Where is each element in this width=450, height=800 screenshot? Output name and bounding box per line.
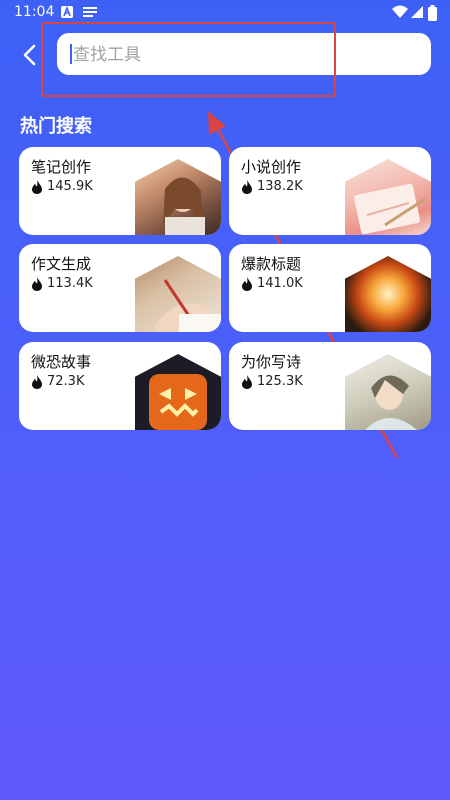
tool-card[interactable]: 为你写诗 125.3K [229, 342, 431, 430]
tool-card-thumbnail [135, 354, 221, 430]
tool-card-count: 125.3K [257, 374, 303, 389]
tool-card-thumbnail [135, 159, 221, 235]
tool-card-stat: 125.3K [241, 374, 303, 389]
tool-card-title: 笔记创作 [31, 158, 92, 176]
tool-card-stat: 113.4K [31, 276, 93, 291]
tool-card-thumbnail [345, 159, 431, 235]
tool-card-count: 113.4K [47, 276, 93, 291]
fire-icon [242, 374, 252, 389]
tool-card-stat: 141.0K [241, 276, 303, 291]
tool-card-stat: 145.9K [31, 179, 93, 194]
tool-card-title: 微恐故事 [31, 353, 92, 371]
fire-icon [32, 179, 42, 194]
tool-card-stat: 72.3K [31, 374, 84, 389]
tool-card[interactable]: 小说创作 138.2K [229, 147, 431, 235]
tool-card-title: 作文生成 [31, 255, 92, 273]
tool-card-count: 141.0K [257, 276, 303, 291]
tool-card[interactable]: 作文生成 113.4K [19, 244, 221, 332]
tool-card-stat: 138.2K [241, 179, 303, 194]
fire-icon [242, 179, 252, 194]
fire-icon [32, 374, 42, 389]
tool-card[interactable]: 微恐故事 72.3K [19, 342, 221, 430]
tool-card[interactable]: 笔记创作 145.9K [19, 147, 221, 235]
tool-card-title: 爆款标题 [241, 255, 302, 273]
fire-icon [242, 276, 252, 291]
tool-card[interactable]: 爆款标题 141.0K [229, 244, 431, 332]
tool-card-count: 145.9K [47, 179, 93, 194]
tool-card-title: 小说创作 [241, 158, 302, 176]
tool-card-thumbnail [135, 256, 221, 332]
tool-card-thumbnail [345, 354, 431, 430]
tool-card-title: 为你写诗 [241, 353, 302, 371]
tool-card-count: 72.3K [47, 374, 85, 389]
tool-card-count: 138.2K [257, 179, 303, 194]
tool-card-thumbnail [345, 256, 431, 332]
fire-icon [32, 276, 42, 291]
section-title: 热门搜索 [20, 116, 92, 137]
